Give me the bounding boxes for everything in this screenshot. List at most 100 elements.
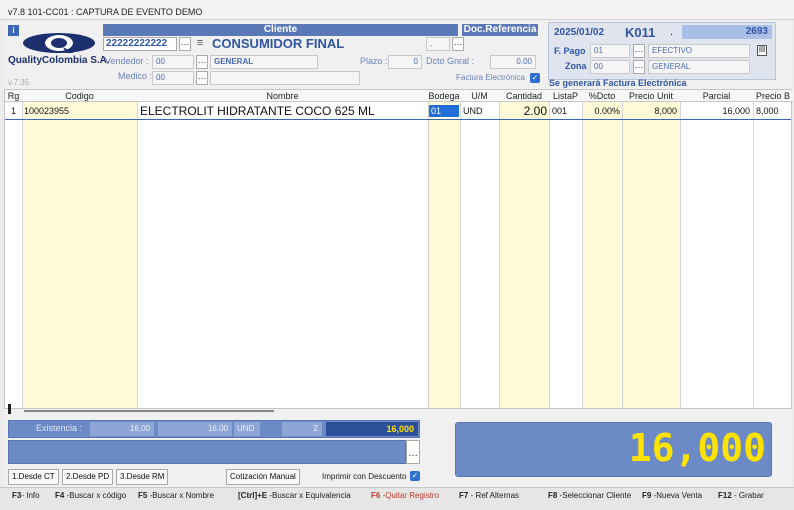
fkey-label: -Buscar x código (64, 491, 127, 500)
grid-divider (22, 90, 23, 408)
docref-value[interactable]: . (426, 37, 450, 51)
desde-pd-button[interactable]: 2.Desde PD (62, 469, 114, 485)
document-number: 2693 (682, 25, 772, 39)
bodega-column-bg (428, 102, 460, 408)
cantidad-column-bg (499, 102, 549, 408)
vendedor-search-button[interactable]: … (196, 55, 208, 69)
scrollbar-track[interactable] (24, 410, 274, 412)
cotizacion-button[interactable]: Cotización Manual (226, 469, 300, 485)
cliente-header: Cliente (103, 24, 458, 36)
fkey-label: - Ref Alternas (468, 491, 520, 500)
medico-search-button[interactable]: … (196, 71, 208, 85)
fkey-f7[interactable]: F7 - Ref Alternas (459, 491, 519, 500)
note-search-button[interactable]: … (406, 440, 420, 464)
col-header-codigo[interactable]: Codigo (22, 90, 137, 102)
zona-search-button[interactable]: … (633, 60, 645, 74)
col-header-precio[interactable]: Precio Unit (622, 90, 680, 102)
factura-label: Factura Electrónica (456, 73, 525, 82)
factura-checkbox[interactable]: ✓ (530, 73, 540, 83)
horizontal-scrollbar[interactable] (8, 404, 11, 414)
existencia-v2: 16.00 (158, 422, 232, 436)
col-header-cantidad[interactable]: Cantidad (499, 90, 549, 102)
docref-header: Doc.Referencia (462, 24, 538, 36)
existencia-count: 2 (282, 422, 322, 436)
grid-divider (499, 90, 500, 408)
fkey-label: - Info (21, 491, 40, 500)
desde-rm-button[interactable]: 3.Desde RM (116, 469, 169, 485)
col-header-listap[interactable]: ListaP (549, 90, 582, 102)
row-nombre[interactable]: ELECTROLIT HIDRATANTE COCO 625 ML (140, 102, 375, 120)
row-cantidad[interactable]: 2.00 (499, 102, 547, 120)
col-header-preciob[interactable]: Precio B (753, 90, 793, 102)
fkey-label: -Seleccionar Cliente (557, 491, 632, 500)
col-header-parcial[interactable]: Parcial (680, 90, 753, 102)
fkey-label: -Nueva Venta (651, 491, 703, 500)
docref-search-button[interactable]: … (452, 37, 464, 51)
fkey-f12[interactable]: F12 - Grabar (718, 491, 764, 500)
row-bodega[interactable]: 01 (429, 105, 459, 117)
fpago-code[interactable]: 01 (590, 44, 630, 58)
row-um[interactable]: UND (463, 102, 483, 120)
row-preciob: 8,000 (756, 106, 779, 116)
fkey-f5[interactable]: F5 -Buscar x Nombre (138, 491, 214, 500)
note-field[interactable] (8, 440, 406, 464)
medico-code[interactable]: 00 (152, 71, 194, 85)
existencia-unit: UND (234, 422, 260, 436)
row-dcto[interactable]: 0.00% (582, 102, 620, 120)
col-header-rg[interactable]: Rg (5, 90, 22, 102)
document-date: 2025/01/02 (554, 27, 605, 38)
grid-divider (549, 90, 550, 408)
dcto-label: Dcto Gnral : (426, 56, 475, 66)
fkey-f9[interactable]: F9 -Nueva Venta (642, 491, 702, 500)
existencia-label: Existencia : (36, 423, 83, 433)
grid-divider (137, 90, 138, 408)
vendedor-code[interactable]: 00 (152, 55, 194, 69)
plazo-value[interactable]: 0 (388, 55, 422, 69)
fkey-label: -Buscar x Nombre (147, 491, 215, 500)
col-header-dcto[interactable]: %Dcto (582, 90, 622, 102)
grid-divider (428, 90, 429, 408)
fkey-f6[interactable]: F6 -Quitar Registro (371, 491, 439, 500)
zona-label: Zona (565, 61, 587, 71)
medico-name (210, 71, 360, 85)
total-value: 16,000 (628, 426, 766, 470)
cliente-search-button[interactable]: … (179, 37, 191, 51)
zona-code[interactable]: 00 (590, 60, 630, 74)
col-header-nombre[interactable]: Nombre (137, 90, 428, 102)
fkey-ctrl-e[interactable]: [Ctrl]+E -Buscar x Equivalencia (238, 491, 351, 500)
dcto-value[interactable]: 0.00 (490, 55, 536, 69)
fkey-key: F9 (642, 491, 652, 500)
desde-ct-button[interactable]: 1.Desde CT (8, 469, 59, 485)
codigo-column-bg (22, 102, 137, 408)
document-icon[interactable]: ▤ (757, 45, 767, 56)
menu-icon[interactable]: ≡ (194, 37, 206, 51)
imprimir-checkbox[interactable]: ✓ (410, 471, 420, 481)
existencia-v1: 16.00 (90, 422, 154, 436)
row-precio[interactable]: 8,000 (622, 102, 677, 120)
row-listap[interactable]: 001 (552, 102, 567, 120)
app-version: v.7.35 (8, 78, 30, 87)
fkey-key: F3 (12, 491, 22, 500)
row-codigo[interactable]: 100023955 (24, 102, 69, 120)
existencia-total: 16,000 (326, 422, 418, 436)
cliente-id[interactable]: 22222222222 (103, 37, 177, 51)
fkey-key: F5 (138, 491, 148, 500)
fkey-key: F8 (548, 491, 558, 500)
items-grid[interactable]: Rg Codigo Nombre Bodega U/M Cantidad Lis… (4, 89, 793, 409)
fkey-f8[interactable]: F8 -Seleccionar Cliente (548, 491, 631, 500)
col-header-um[interactable]: U/M (460, 90, 499, 102)
info-icon[interactable]: i (8, 25, 19, 36)
fpago-label: F. Pago (554, 46, 586, 56)
grid-divider (622, 90, 623, 408)
fkey-f3[interactable]: F3- Info (12, 491, 40, 500)
row-rg: 1 (10, 106, 16, 116)
fkey-f4[interactable]: F4 -Buscar x código (55, 491, 126, 500)
zona-name: GENERAL (648, 60, 750, 74)
fkey-key: [Ctrl]+E (238, 491, 268, 500)
col-header-bodega[interactable]: Bodega (428, 90, 460, 102)
fpago-search-button[interactable]: … (633, 44, 645, 58)
grid-divider (582, 90, 583, 408)
grid-divider (753, 90, 754, 408)
fkey-label: -Quitar Registro (380, 491, 440, 500)
precio-column-bg (622, 102, 680, 408)
